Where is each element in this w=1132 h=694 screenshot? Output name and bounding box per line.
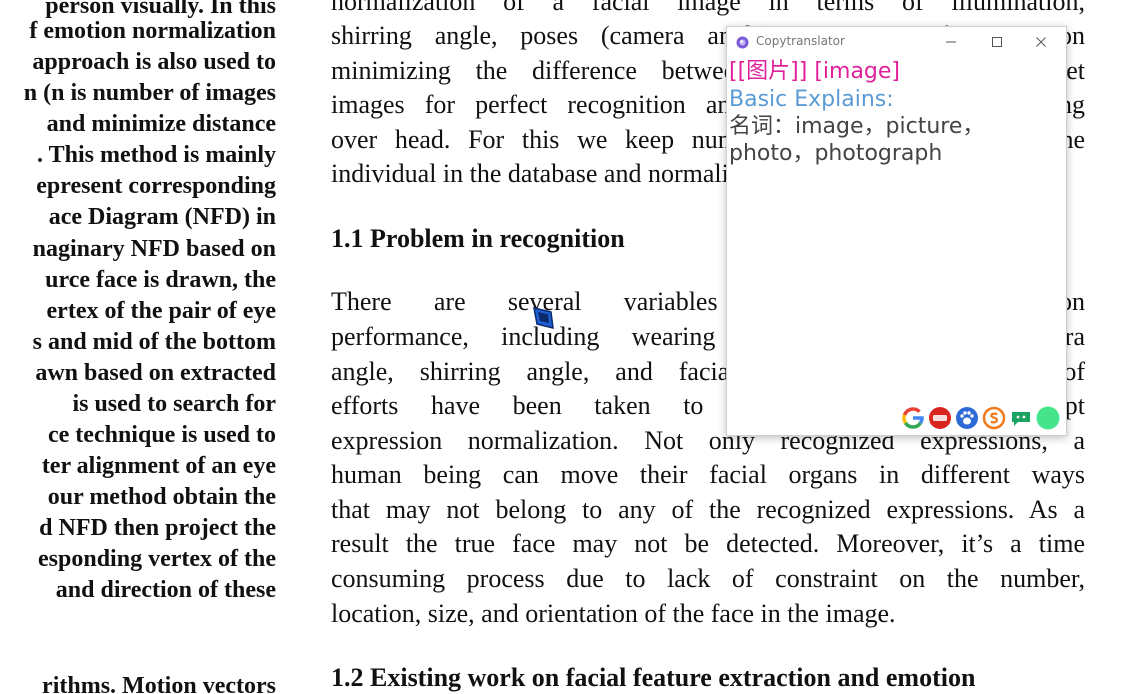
- left-text-line: and minimize distance: [46, 111, 276, 137]
- left-text-line: s and mid of the bottom: [32, 329, 276, 355]
- body-text-line: location, size, and orientation of the f…: [331, 599, 896, 628]
- app-logo-icon: [736, 36, 749, 49]
- left-text-line: ce technique is used to: [48, 422, 276, 448]
- maximize-button[interactable]: [977, 30, 1017, 54]
- translation-result: [[图片]] [image]: [729, 59, 901, 84]
- youdao-icon[interactable]: [928, 406, 952, 430]
- left-text-line: our method obtain the: [47, 484, 276, 510]
- minimize-icon: [946, 41, 956, 43]
- baidu-icon[interactable]: [955, 406, 979, 430]
- left-text-line: urce face is drawn, the: [45, 267, 276, 293]
- caiyun-icon[interactable]: [1009, 406, 1033, 430]
- left-text-line: epresent corresponding: [36, 173, 276, 199]
- left-text-line: naginary NFD based on: [32, 236, 276, 262]
- body-text-line: that may not belong to any of the recogn…: [331, 495, 1085, 524]
- body-text-line: consuming process due to lack of constra…: [331, 564, 1085, 593]
- definition-line: 名词：image，picture，: [729, 114, 985, 139]
- maximize-icon: [992, 37, 1002, 47]
- section-heading: 1.1 Problem in recognition: [331, 224, 625, 253]
- basic-explains-label: Basic Explains:: [729, 87, 894, 112]
- left-text-line: f emotion normalization: [29, 18, 276, 44]
- window-title: Copytranslator: [756, 34, 845, 48]
- left-text-line: d NFD then project the: [39, 515, 276, 541]
- left-document-column: person visually. In this f emotion normal…: [0, 0, 276, 693]
- left-text-line: esponding vertex of the: [38, 546, 276, 572]
- left-text-line: and direction of these: [55, 577, 276, 603]
- title-bar[interactable]: Copytranslator: [727, 27, 1066, 57]
- left-text-line: ertex of the pair of eye: [46, 298, 276, 324]
- left-text-line: approach is also used to: [32, 49, 276, 75]
- left-text-line: n (n is number of images: [23, 80, 276, 106]
- close-button[interactable]: [1021, 30, 1061, 54]
- google-icon[interactable]: [901, 406, 925, 430]
- sogou-icon[interactable]: [982, 406, 1006, 430]
- copytranslator-window[interactable]: Copytranslator [[图片]] [image] Basic Expl…: [726, 26, 1067, 436]
- engine-switcher: [901, 406, 1060, 430]
- body-text-line: normalization of a facial image in terms…: [331, 0, 1085, 16]
- body-text-line: result the true face may not be detected…: [331, 529, 1085, 558]
- left-text-line: is used to search for: [72, 391, 276, 417]
- section-heading: 1.2 Existing work on facial feature extr…: [331, 663, 976, 692]
- minimize-button[interactable]: [931, 30, 971, 54]
- left-text-line: ter alignment of an eye: [41, 453, 276, 479]
- left-text-line: awn based on extracted: [35, 360, 276, 386]
- green-circle-icon[interactable]: [1036, 406, 1060, 430]
- left-text-line: ace Diagram (NFD) in: [48, 204, 276, 230]
- definition-line: photo，photograph: [729, 141, 943, 166]
- close-icon: [1036, 37, 1046, 47]
- left-text-line: . This method is mainly: [37, 142, 276, 168]
- cursor-icon: [533, 307, 554, 329]
- body-text-line: human being can move their facial organs…: [331, 460, 1085, 489]
- left-text-line: rithms. Motion vectors: [42, 673, 276, 693]
